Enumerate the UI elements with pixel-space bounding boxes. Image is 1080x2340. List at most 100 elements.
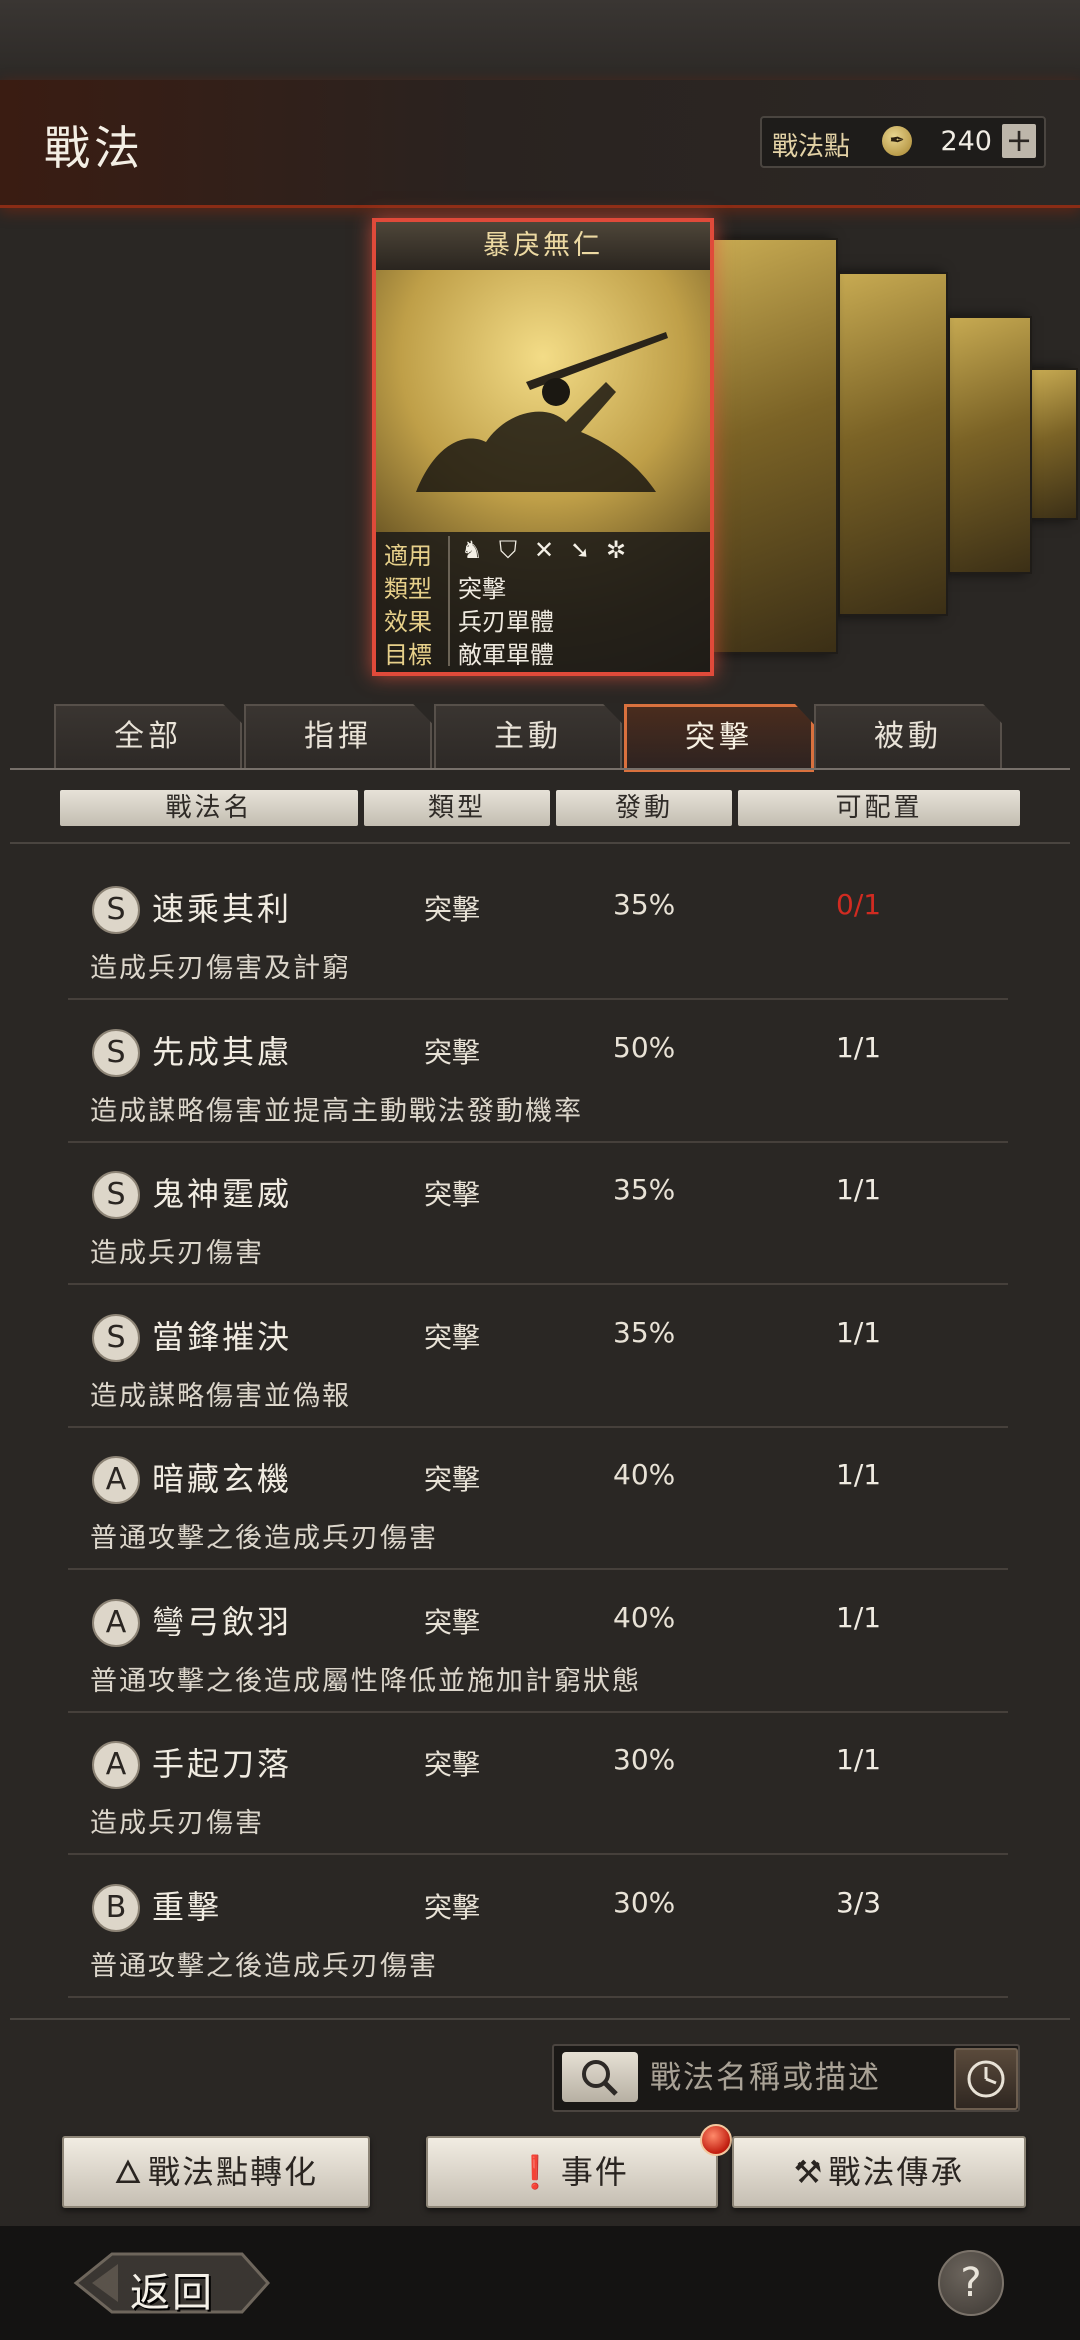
tactic-row[interactable]: S 先成其慮 突擊 50% 1/1 造成謀略傷害並提高主動戰法發動機率 [68, 1007, 1008, 1143]
tactic-trigger-rate: 30% [613, 1885, 676, 1919]
column-assignable[interactable]: 可配置 [738, 790, 1020, 826]
card-info-type: 類型 突擊 [376, 569, 710, 603]
flame-icon: 🜂 [114, 2153, 144, 2191]
tactic-row[interactable]: S 當鋒摧決 突擊 35% 1/1 造成謀略傷害並偽報 [68, 1292, 1008, 1428]
card-title: 暴戾無仁 [376, 222, 710, 270]
tactic-row[interactable]: A 彎弓飲羽 突擊 40% 1/1 普通攻擊之後造成屬性降低並施加計窮狀態 [68, 1577, 1008, 1713]
tactic-trigger-rate: 40% [613, 1458, 676, 1491]
tactic-slots: 1/1 [836, 1458, 882, 1491]
list-top-divider [10, 842, 1070, 844]
column-trigger[interactable]: 發動 [556, 790, 732, 826]
tactic-row[interactable]: A 手起刀落 突擊 30% 1/1 造成兵刃傷害 [68, 1719, 1008, 1855]
spear-icon: ➘ [569, 536, 591, 564]
row-divider [68, 1568, 1008, 1570]
help-button[interactable]: ? [938, 2250, 1004, 2316]
back-button[interactable]: 返回 [72, 2246, 272, 2320]
tactic-name: 手起刀落 [152, 1745, 293, 1783]
tab-active[interactable]: 主動 [434, 704, 622, 768]
card-back[interactable] [1030, 368, 1078, 520]
type-label: 類型 [384, 575, 432, 603]
events-label: 事件 [560, 2153, 629, 2191]
card-info-target: 目標 敵軍單體 [376, 635, 710, 669]
convert-points-button[interactable]: 🜂 戰法點轉化 [62, 2136, 370, 2208]
hammer-icon: ⚒ [793, 2153, 825, 2191]
selected-tactic-card[interactable]: 暴戾無仁 適用 ♞ ⛉ ✕ ➘ ✲ 類型 突擊 效果 兵刃單體 目標 敵軍單體 [372, 218, 714, 676]
grade-badge: A [92, 1456, 140, 1504]
effect-value: 兵刃單體 [458, 608, 554, 636]
tactic-description: 造成兵刃傷害及計窮 [90, 953, 351, 984]
column-type[interactable]: 類型 [364, 790, 550, 826]
notification-badge [700, 2124, 732, 2156]
tactic-type: 突擊 [424, 893, 481, 926]
tactic-description: 普通攻擊之後造成兵刃傷害 [90, 1523, 438, 1554]
header-bar: 戰法 戰法點 ✒ 240 + [0, 80, 1080, 208]
tactic-trigger-rate: 50% [613, 1030, 676, 1064]
grade-badge: S [92, 1313, 140, 1362]
row-divider [68, 1853, 1008, 1855]
add-points-button[interactable]: + [1002, 124, 1036, 158]
tactic-points-label: 戰法點 [772, 132, 851, 162]
column-name[interactable]: 戰法名 [60, 790, 358, 826]
grade-badge: S [92, 1028, 140, 1077]
tactic-description: 普通攻擊之後造成屬性降低並施加計窮狀態 [90, 1665, 641, 1697]
card-info-applicable: 適用 ♞ ⛉ ✕ ➘ ✲ [376, 536, 710, 570]
grade-badge: S [92, 886, 140, 934]
tactic-trigger-rate: 40% [613, 1600, 676, 1634]
tactic-name: 重擊 [152, 1887, 223, 1926]
tactic-name: 暗藏玄機 [152, 1460, 293, 1498]
events-button[interactable]: ❗ 事件 [426, 2136, 718, 2208]
inherit-label: 戰法傳承 [828, 2153, 965, 2191]
search-button[interactable] [562, 2052, 638, 2102]
tactic-trigger-rate: 35% [613, 888, 676, 921]
footer-bar: 返回 ? [0, 2226, 1080, 2340]
tactic-slots: 3/3 [836, 1885, 882, 1919]
tactic-name: 當鋒摧決 [152, 1317, 293, 1356]
tactic-name: 鬼神霆威 [152, 1175, 293, 1213]
tactic-name: 先成其慮 [152, 1032, 293, 1071]
tab-divider [10, 768, 1070, 770]
tactic-description: 造成兵刃傷害 [90, 1808, 264, 1839]
feather-icon: ✒ [882, 126, 912, 156]
card-back[interactable] [948, 316, 1032, 574]
page-title: 戰法 [44, 121, 144, 175]
back-label: 返回 [130, 2270, 214, 2316]
alert-card-icon: ❗ [515, 2153, 557, 2191]
grade-badge: A [92, 1741, 140, 1789]
card-back[interactable] [710, 238, 838, 654]
tactic-description: 造成兵刃傷害 [90, 1238, 264, 1269]
tactic-type: 突擊 [424, 1605, 481, 1639]
tab-all[interactable]: 全部 [54, 704, 242, 768]
tactic-description: 普通攻擊之後造成兵刃傷害 [90, 1950, 438, 1982]
effect-label: 效果 [384, 608, 432, 636]
row-divider [68, 1710, 1008, 1713]
cavalry-icon: ♞ [461, 536, 483, 564]
row-divider [68, 1425, 1008, 1428]
inherit-tactic-button[interactable]: ⚒ 戰法傳承 [732, 2136, 1026, 2208]
search-bar [552, 2044, 1020, 2112]
cavalry-charge-illustration [416, 332, 668, 492]
archer-icon: ✕ [533, 536, 555, 564]
tactic-type: 突擊 [424, 1320, 481, 1354]
top-strip [0, 0, 1080, 80]
tactic-type: 突擊 [424, 1463, 481, 1496]
search-icon [582, 2060, 618, 2096]
grade-badge: A [92, 1598, 140, 1647]
list-bottom-divider [10, 2018, 1070, 2020]
tactic-row[interactable]: S 速乘其利 突擊 35% 0/1 造成兵刃傷害及計窮 [68, 864, 1008, 1000]
row-divider [68, 1140, 1008, 1143]
grade-badge: S [92, 1171, 140, 1219]
card-back[interactable] [838, 272, 948, 616]
row-divider [68, 998, 1008, 1000]
tactic-row[interactable]: B 重擊 突擊 30% 3/3 普通攻擊之後造成兵刃傷害 [68, 1862, 1008, 1998]
tab-assault[interactable]: 突擊 [624, 704, 814, 772]
tactic-description: 造成謀略傷害並偽報 [90, 1380, 351, 1412]
target-value: 敵軍單體 [458, 641, 554, 669]
tactic-row[interactable]: S 鬼神霆威 突擊 35% 1/1 造成兵刃傷害 [68, 1149, 1008, 1285]
search-input[interactable] [648, 2052, 942, 2104]
tactic-tabs: 全部 指揮 主動 突擊 被動 [54, 704, 1054, 772]
tab-command[interactable]: 指揮 [244, 704, 432, 768]
tab-passive[interactable]: 被動 [814, 704, 1002, 768]
history-button[interactable] [954, 2048, 1018, 2110]
tactic-row[interactable]: A 暗藏玄機 突擊 40% 1/1 普通攻擊之後造成兵刃傷害 [68, 1434, 1008, 1570]
tactic-points-value: 240 [940, 126, 992, 157]
